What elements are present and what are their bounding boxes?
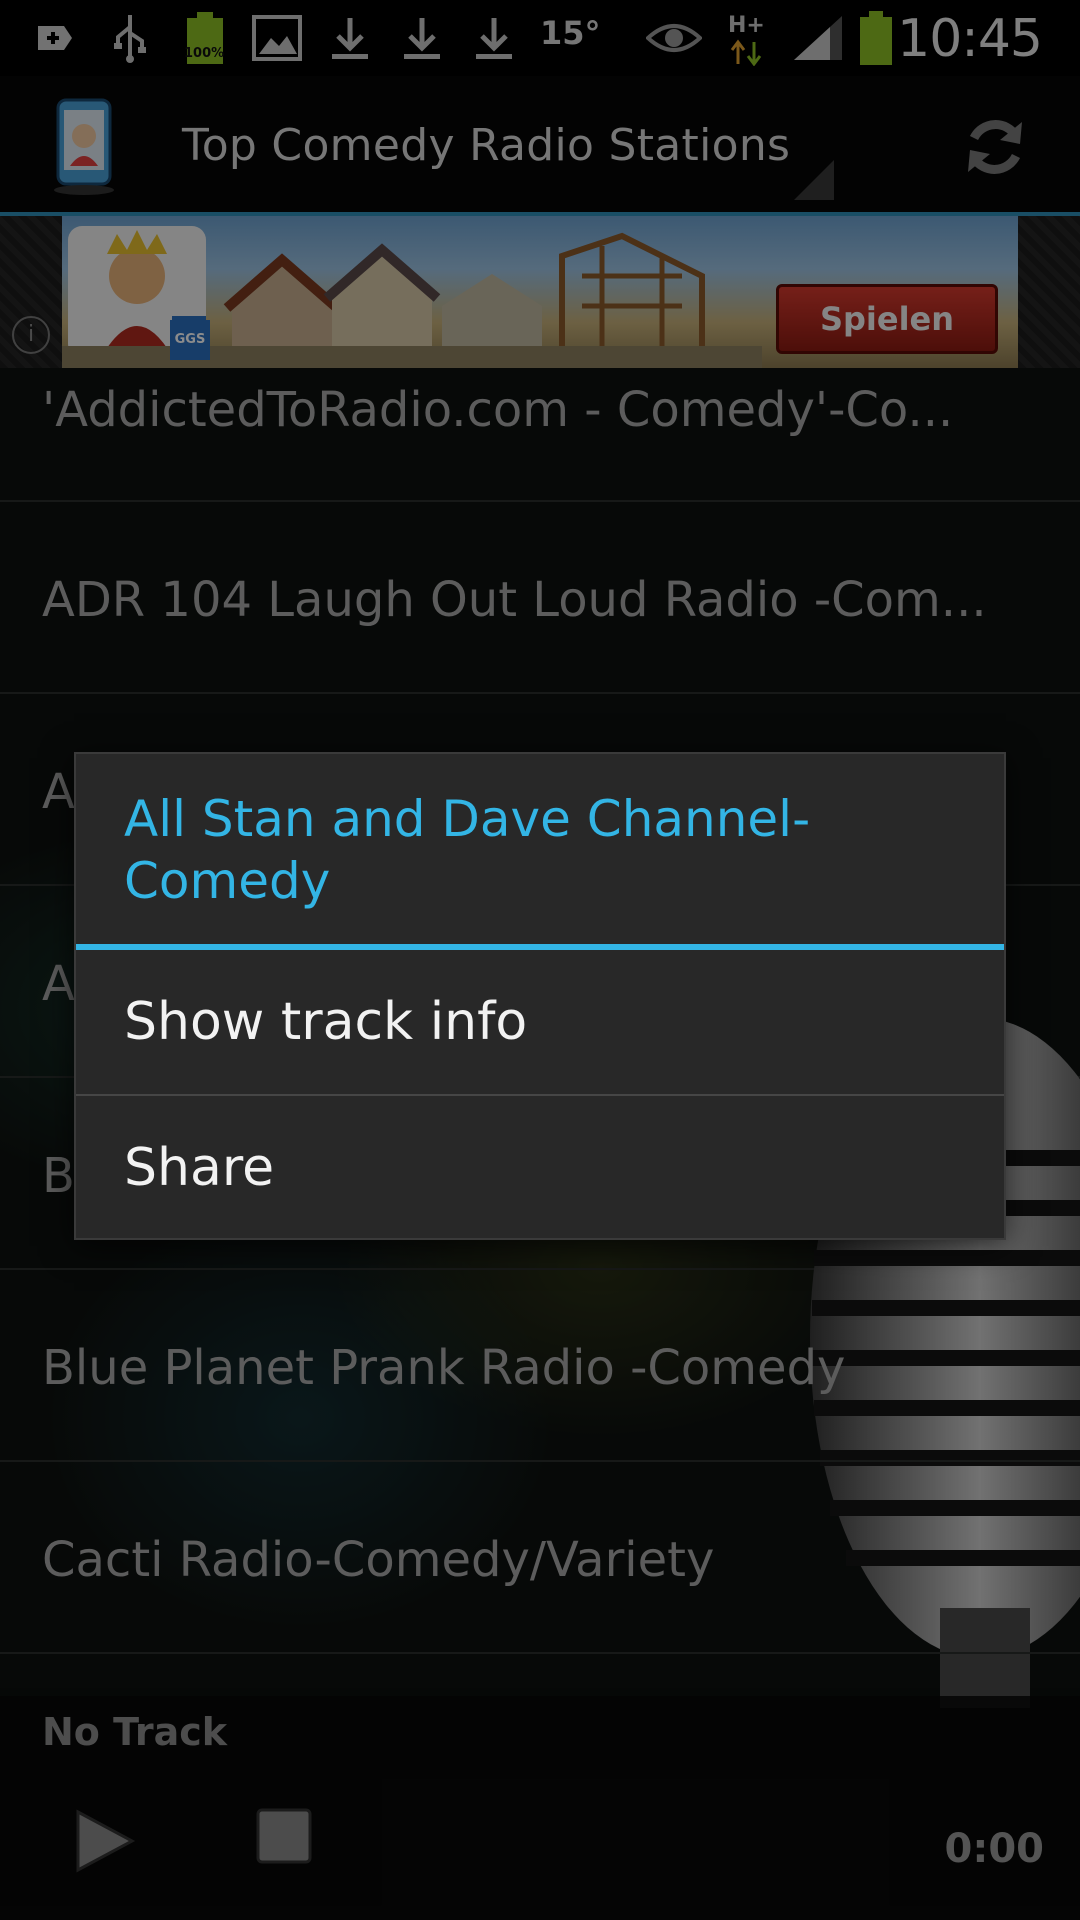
- menu-item-share[interactable]: Share: [76, 1096, 1004, 1240]
- dialog-title: All Stan and Dave Channel-Comedy: [124, 790, 811, 910]
- menu-item-label: Share: [124, 1138, 275, 1198]
- menu-item-show-track-info[interactable]: Show track info: [76, 950, 1004, 1094]
- menu-item-label: Show track info: [124, 992, 528, 1052]
- context-menu-dialog: All Stan and Dave Channel-Comedy Show tr…: [74, 752, 1006, 1240]
- app-screen: 100% 15° H+ 10:45 Top Comedy Radio Stati…: [0, 0, 1080, 1920]
